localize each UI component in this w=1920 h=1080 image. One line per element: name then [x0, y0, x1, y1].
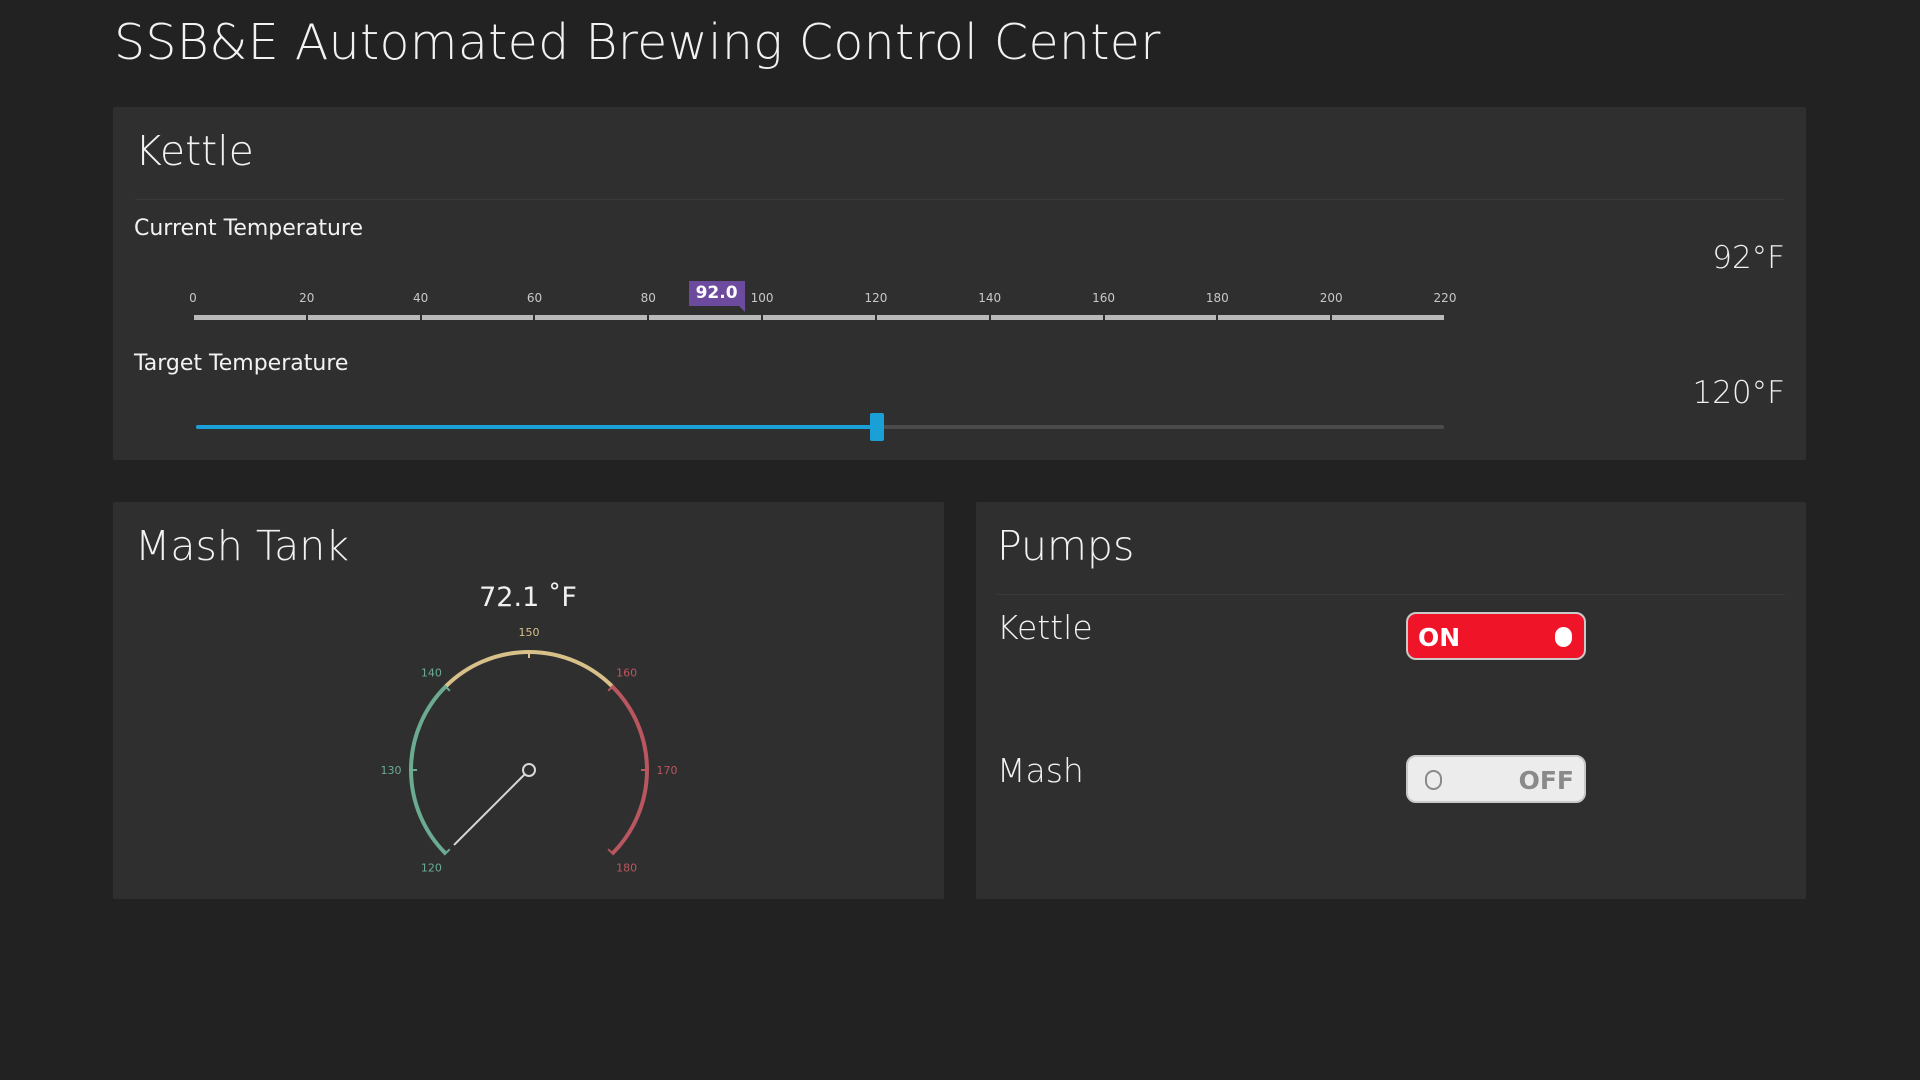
mash-pump-toggle[interactable]: OFF: [1406, 755, 1586, 803]
scale-segment: [1104, 315, 1217, 320]
kettle-panel-divider: [135, 199, 1784, 200]
scale-tick-label: 160: [1092, 291, 1115, 305]
scale-tick-label: 120: [864, 291, 888, 305]
pumps-panel-title: Pumps: [997, 522, 1135, 570]
app-title: SSB&E Automated Brewing Control Center: [114, 14, 1161, 71]
gauge-tick-label: 150: [519, 626, 540, 639]
pump-label-kettle: Kettle: [997, 608, 1093, 647]
slider-thumb[interactable]: [869, 413, 884, 441]
gauge-tick-label: 140: [421, 666, 442, 679]
mash-tank-panel: Mash Tank 72.1 ˚F 120 130 140 150 160 170 180: [113, 502, 944, 899]
scale-segment: [876, 315, 989, 320]
pump-label-mash: Mash: [997, 751, 1084, 790]
scale-track: [193, 315, 1445, 320]
scale-tick-label: 180: [1205, 291, 1229, 305]
kettle-pump-toggle[interactable]: ON: [1406, 612, 1586, 660]
current-temperature-scale: 0 20 40 60 80 100 120 140 160 180 200 220 92.0: [189, 281, 1456, 325]
scale-segment: [763, 315, 875, 320]
gauge-tick-label: 160: [616, 666, 637, 679]
mash-temperature-gauge: 120 130 140 150 160 170 180: [381, 626, 678, 875]
scale-tick-label: 60: [526, 291, 543, 305]
slider-fill: [196, 425, 877, 429]
current-temperature-label: Current Temperature: [134, 216, 363, 241]
scale-segment: [421, 315, 534, 320]
scale-tick-label: 0: [189, 291, 197, 305]
target-temperature-value: 120°F: [1692, 375, 1785, 411]
mash-pump-toggle-state: OFF: [1518, 766, 1574, 795]
gauge-tick-label: 120: [421, 862, 442, 875]
scale-segment: [990, 315, 1103, 320]
current-temperature-marker: 92.0: [688, 281, 745, 312]
toggle-knob-icon: [1425, 770, 1442, 790]
pumps-panel: Pumps Kettle ON Mash OFF: [976, 502, 1806, 899]
gauge-tick-label: 130: [381, 764, 402, 777]
target-temperature-slider[interactable]: [196, 412, 1444, 442]
kettle-panel: Kettle Current Temperature 92°F 0 20 40 60 8…: [113, 107, 1806, 460]
target-temperature-label: Target Temperature: [134, 351, 349, 376]
scale-tick-label: 220: [1433, 291, 1457, 305]
scale-tick-label: 40: [412, 291, 429, 305]
kettle-panel-title: Kettle: [135, 127, 254, 175]
scale-tick-label: 20: [299, 291, 315, 305]
gauge-tick-label: 170: [657, 764, 678, 777]
scale-tick-label: 200: [1319, 291, 1343, 305]
current-temperature-value: 92°F: [1712, 240, 1785, 276]
scale-segment: [535, 315, 648, 320]
scale-segment: [1332, 315, 1444, 320]
gauge-tick-label: 180: [616, 862, 637, 875]
scale-segment: [1218, 315, 1331, 320]
gauge-pivot: [522, 763, 536, 777]
pumps-panel-divider: [997, 594, 1785, 595]
gauge-needle: [453, 769, 530, 846]
scale-tick-label: 80: [640, 291, 656, 305]
scale-segment: [307, 315, 420, 320]
toggle-knob-icon: [1555, 627, 1572, 647]
scale-tick-label: 100: [750, 291, 774, 305]
scale-tick-label: 140: [978, 291, 1002, 305]
kettle-pump-toggle-state: ON: [1418, 623, 1461, 652]
scale-segment: [194, 315, 306, 320]
scale-segment: [649, 315, 762, 320]
